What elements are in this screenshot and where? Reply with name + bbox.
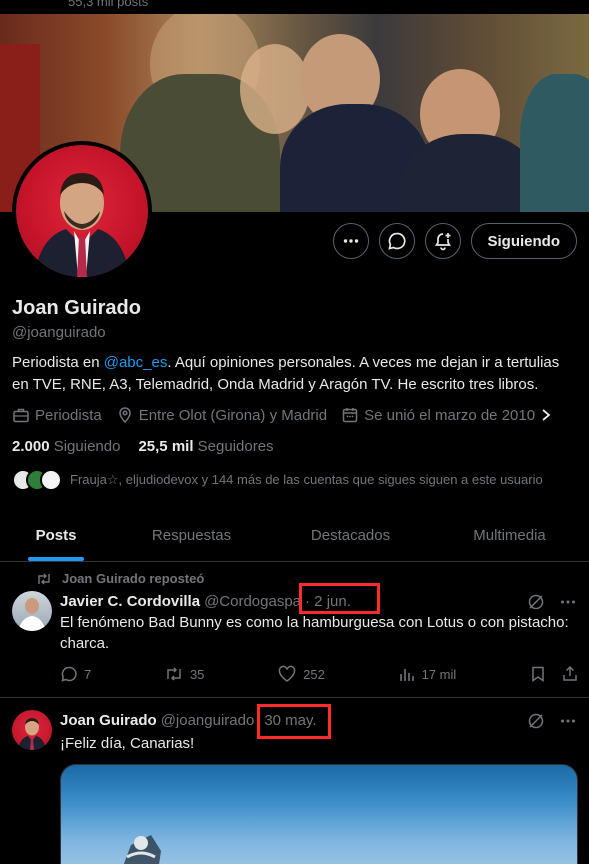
more-options-button[interactable]: [332, 223, 369, 259]
profile-location: Entre Olot (Girona) y Madrid: [116, 406, 327, 424]
repost-indicator: Joan Guirado reposteó: [36, 571, 204, 586]
avatar[interactable]: [12, 591, 52, 631]
profile-name: Joan Guirado: [12, 297, 141, 319]
bio-mention-link[interactable]: @abc_es: [104, 354, 168, 371]
following-button[interactable]: Siguiendo: [470, 223, 577, 259]
repost-button[interactable]: 35: [164, 665, 204, 683]
like-count: 252: [303, 666, 325, 682]
avatar-image: [16, 145, 148, 277]
profile-handle: @joanguirado: [12, 324, 106, 341]
followers-stat[interactable]: 25,5 mil Seguidores: [138, 438, 273, 455]
joined-label: Se unió el marzo de 2010: [364, 406, 536, 424]
known-followers[interactable]: Frauja☆, eljudiodevox y 144 más de las c…: [12, 469, 543, 491]
bio-prefix: Periodista en: [12, 354, 104, 371]
avatar[interactable]: [12, 710, 52, 750]
tab-posts[interactable]: Posts: [0, 512, 112, 561]
following-count: 2.000: [12, 438, 50, 455]
repost-icon: [38, 573, 50, 584]
category-label: Periodista: [35, 406, 102, 424]
tweet-media-image[interactable]: [60, 764, 578, 864]
reply-count: 7: [84, 666, 92, 682]
author-handle[interactable]: @joanguirado: [161, 712, 255, 729]
tab-media[interactable]: Multimedia: [430, 512, 589, 561]
tweet-text: El fenómeno Bad Bunny es como la hamburg…: [60, 614, 569, 652]
reply-icon: [61, 666, 77, 682]
reply-button[interactable]: 7: [60, 665, 91, 683]
views-button[interactable]: 17 mil: [398, 665, 457, 683]
share-icon[interactable]: [561, 665, 579, 683]
tab-highlights[interactable]: Destacados: [271, 512, 430, 561]
like-button[interactable]: 252: [277, 665, 325, 683]
posts-count: 55,3 mil posts: [68, 0, 149, 9]
profile-actions: Siguiendo: [332, 223, 577, 259]
profile-meta: Periodista Entre Olot (Girona) y Madrid …: [12, 406, 552, 424]
following-stat[interactable]: 2.000 Siguiendo: [12, 438, 120, 455]
tab-replies[interactable]: Respuestas: [112, 512, 271, 561]
author-name[interactable]: Javier C. Cordovilla: [60, 593, 200, 610]
profile-tabs: Posts Respuestas Destacados Multimedia: [0, 512, 589, 562]
message-bubble-icon: [387, 232, 406, 250]
highlight-box: [299, 583, 380, 614]
author-name[interactable]: Joan Guirado: [60, 712, 157, 729]
bookmark-icon[interactable]: [529, 665, 547, 683]
tweet-actions: 7 35 252 17 mil: [60, 665, 579, 683]
grok-icon[interactable]: [527, 712, 545, 730]
notifications-button[interactable]: [424, 223, 461, 259]
followers-count: 25,5 mil: [138, 438, 194, 455]
followers-label: Seguidores: [197, 438, 274, 455]
profile-avatar[interactable]: [12, 141, 152, 281]
views-chart-icon: [399, 669, 414, 681]
location-pin-icon: [118, 407, 131, 424]
repost-count: 35: [189, 666, 205, 682]
location-label: Entre Olot (Girona) y Madrid: [138, 406, 328, 424]
following-label: Siguiendo: [53, 438, 121, 455]
known-followers-avatars: [12, 469, 62, 491]
briefcase-icon: [13, 408, 29, 423]
bell-plus-icon: [434, 233, 451, 251]
known-followers-text: Frauja☆, eljudiodevox y 144 más de las c…: [70, 472, 543, 487]
avatar: [40, 469, 62, 491]
more-icon[interactable]: [559, 712, 577, 730]
profile-joined: Se unió el marzo de 2010: [341, 406, 552, 424]
chevron-right-icon[interactable]: [540, 408, 552, 422]
calendar-icon: [342, 408, 358, 423]
message-button[interactable]: [378, 223, 415, 259]
more-icon: [343, 239, 358, 243]
tweet-text: ¡Feliz día, Canarias!: [60, 735, 195, 752]
grok-icon[interactable]: [527, 593, 545, 611]
repost-icon: [167, 667, 181, 681]
top-bar: 55,3 mil posts: [0, 0, 589, 14]
profile-stats: 2.000 Siguiendo 25,5 mil Seguidores: [12, 438, 274, 455]
more-icon[interactable]: [559, 593, 577, 611]
author-handle[interactable]: @Cordogaspa: [204, 593, 301, 610]
tweet-tools: [527, 593, 577, 611]
profile-category: Periodista: [12, 406, 102, 424]
tweet-secondary-actions: [529, 665, 579, 683]
heart-icon: [278, 665, 296, 682]
views-count: 17 mil: [421, 666, 457, 682]
repost-label: Joan Guirado reposteó: [62, 571, 205, 586]
profile-bio: Periodista en @abc_es. Aquí opiniones pe…: [12, 352, 577, 396]
tweet-tools: [527, 712, 577, 730]
